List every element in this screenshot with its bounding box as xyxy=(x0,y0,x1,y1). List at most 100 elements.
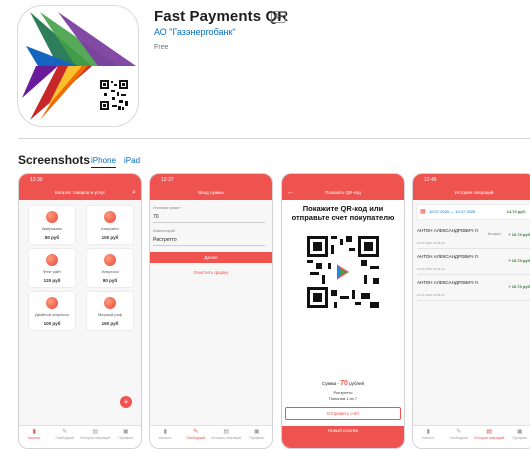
search-icon: ⌕ xyxy=(132,186,136,200)
sum-value: 70 xyxy=(340,380,348,387)
price-label: Free xyxy=(154,44,168,51)
add-button[interactable]: + xyxy=(120,396,132,408)
age-rating-badge: 4+ xyxy=(271,11,286,23)
send-invoice-button[interactable]: Отправить счёт xyxy=(285,407,401,420)
tab-free[interactable]: ✎Свободный xyxy=(444,426,475,448)
tab-history[interactable]: ▤История операций xyxy=(474,426,505,448)
next-button[interactable]: Далее xyxy=(150,252,272,263)
app-logo xyxy=(18,6,138,126)
comment-field[interactable]: Ристретто xyxy=(153,235,265,246)
payer-name: АНТОН АЛЕКСАНДРОВИЧ Л. xyxy=(417,280,479,285)
catalog-item[interactable]: Эспрессо80 руб xyxy=(87,249,133,287)
tab-label: Каталог xyxy=(422,436,435,440)
back-arrow-icon[interactable]: ← xyxy=(287,186,294,200)
history-row[interactable]: АНТОН АЛЕКСАНДРОВИЧ Л. 10.07.2020 16:18:… xyxy=(417,250,530,275)
briefcase-icon: ▣ xyxy=(505,429,530,436)
tab-label: Каталог xyxy=(159,436,172,440)
status-bar-time: 12:37 xyxy=(150,174,272,186)
payment-sum: Сумма - 70 рублей xyxy=(282,380,404,387)
tab-label: Профиль xyxy=(512,436,527,440)
briefcase-icon: ▣ xyxy=(242,429,273,436)
briefcase-icon: ▣ xyxy=(111,429,142,436)
divider xyxy=(18,138,530,139)
tab-label: История операций xyxy=(474,436,504,440)
amount-label: Итоговая сумма * xyxy=(153,206,272,210)
item-name: Эспрессо xyxy=(87,269,133,274)
qr-title: Показать QR-код xyxy=(325,190,361,195)
tab-history[interactable]: ▤История операций xyxy=(211,426,242,448)
tab-label: Профиль xyxy=(249,436,264,440)
catalog-title: Каталог товаров и услуг xyxy=(55,190,105,195)
item-price: 100 руб xyxy=(87,235,133,240)
screenshot-catalog[interactable]: 12:30 Каталог товаров и услуг ⌕ Американ… xyxy=(18,173,142,449)
pencil-icon: ✎ xyxy=(50,429,81,436)
developer-link[interactable]: АО "Газэнергобанк" xyxy=(154,27,236,37)
operation-date: 10.07.2020 15:58:21 xyxy=(417,293,445,297)
status-bar xyxy=(282,174,404,186)
tab-history[interactable]: ▤История операций xyxy=(80,426,111,448)
catalog-item[interactable]: Флэт уайт 120 руб xyxy=(29,249,75,287)
catalog-item[interactable]: Мерный раф 150 руб xyxy=(87,292,133,330)
operation-amount: + 10.70 руб xyxy=(508,284,530,289)
qr-code-image xyxy=(307,236,379,308)
tab-profile[interactable]: ▣Профиль xyxy=(242,426,273,448)
item-name: Мерный раф xyxy=(87,312,133,317)
date-range[interactable]: 10.07.2020 — 10.07.2020 xyxy=(429,205,475,219)
catalog-item[interactable]: Американо80 руб xyxy=(29,206,75,244)
product-image xyxy=(104,211,116,223)
bookmark-icon: ▮ xyxy=(150,429,181,436)
pencil-icon: ✎ xyxy=(444,429,475,436)
operation-amount: + 10.70 руб xyxy=(508,232,530,237)
history-row[interactable]: АНТОН АЛЕКСАНДРОВИЧ Л. 10.07.2020 16:38:… xyxy=(417,224,530,249)
screenshot-free-amount[interactable]: 12:37 Ввод суммы Итоговая сумма * 70 Ком… xyxy=(149,173,273,449)
tab-free[interactable]: ✎Свободный xyxy=(181,426,212,448)
history-row[interactable]: АНТОН АЛЕКСАНДРОВИЧ Л. 10.07.2020 15:58:… xyxy=(417,276,530,301)
payment-item: Ристретто xyxy=(282,390,404,395)
tab-label: Профиль xyxy=(118,436,133,440)
qr-heading: Покажите QR-код или отправьте счет покуп… xyxy=(286,204,400,222)
qr-appbar: ← Показать QR-код xyxy=(282,186,404,200)
tab-ipad[interactable]: iPad xyxy=(124,156,140,165)
tab-profile[interactable]: ▣Профиль xyxy=(505,426,530,448)
date-filter[interactable]: ▦ 10.07.2020 — 10.07.2020 14.70 руб. xyxy=(417,205,530,219)
tab-free[interactable]: ✎Свободный xyxy=(50,426,81,448)
calendar-icon: ▦ xyxy=(420,205,426,219)
item-name: Капучино xyxy=(87,226,133,231)
bottom-tabbar: ▮Каталог ✎Свободный ▤История операций ▣П… xyxy=(413,425,530,448)
new-payment-button[interactable]: Новый платёж xyxy=(282,426,404,448)
payer-name: АНТОН АЛЕКСАНДРОВИЧ Л. xyxy=(417,254,479,259)
screenshot-qr[interactable]: ← Показать QR-код Покажите QR-код или от… xyxy=(281,173,405,449)
comment-label: Комментарий xyxy=(153,229,272,233)
register-icon: ▤ xyxy=(80,429,111,436)
product-image xyxy=(46,297,58,309)
bookmark-icon: ▮ xyxy=(19,429,50,436)
clear-form-link[interactable]: Очистить форму xyxy=(150,270,272,275)
catalog-item[interactable]: Двойной эспрессо100 руб xyxy=(29,292,75,330)
bookmark-icon: ▮ xyxy=(413,429,444,436)
tab-catalog[interactable]: ▮Каталог xyxy=(413,426,444,448)
tab-iphone[interactable]: iPhone xyxy=(91,156,116,165)
item-price: 150 руб xyxy=(87,321,133,326)
screenshots-heading: Screenshots xyxy=(18,153,90,167)
catalog-item[interactable]: Капучино 100 руб xyxy=(87,206,133,244)
product-image xyxy=(46,211,58,223)
tab-catalog[interactable]: ▮Каталог xyxy=(19,426,50,448)
register-icon: ▤ xyxy=(474,429,505,436)
tab-catalog[interactable]: ▮Каталог xyxy=(150,426,181,448)
payer-name: АНТОН АЛЕКСАНДРОВИЧ Л. xyxy=(417,228,479,233)
operation-date: 10.07.2020 16:18:44 xyxy=(417,267,445,271)
item-price: 100 руб xyxy=(29,321,75,326)
amount-field[interactable]: 70 xyxy=(153,212,265,223)
app-title: Fast Payments QR xyxy=(154,8,288,25)
history-appbar: История операций xyxy=(413,186,530,200)
product-image xyxy=(104,297,116,309)
tab-label: История операций xyxy=(211,436,241,440)
screenshot-history[interactable]: 12:45 История операций ▦ 10.07.2020 — 10… xyxy=(412,173,530,449)
operation-status: Возврат xyxy=(488,232,501,236)
tab-profile[interactable]: ▣Профиль xyxy=(111,426,142,448)
sum-unit: рублей xyxy=(349,381,364,386)
item-name: Флэт уайт xyxy=(29,269,75,274)
operation-amount: + 10.70 руб xyxy=(508,258,530,263)
item-price: 120 руб xyxy=(29,278,75,283)
amount-form: Итоговая сумма * 70 Комментарий Ристретт… xyxy=(150,200,272,275)
